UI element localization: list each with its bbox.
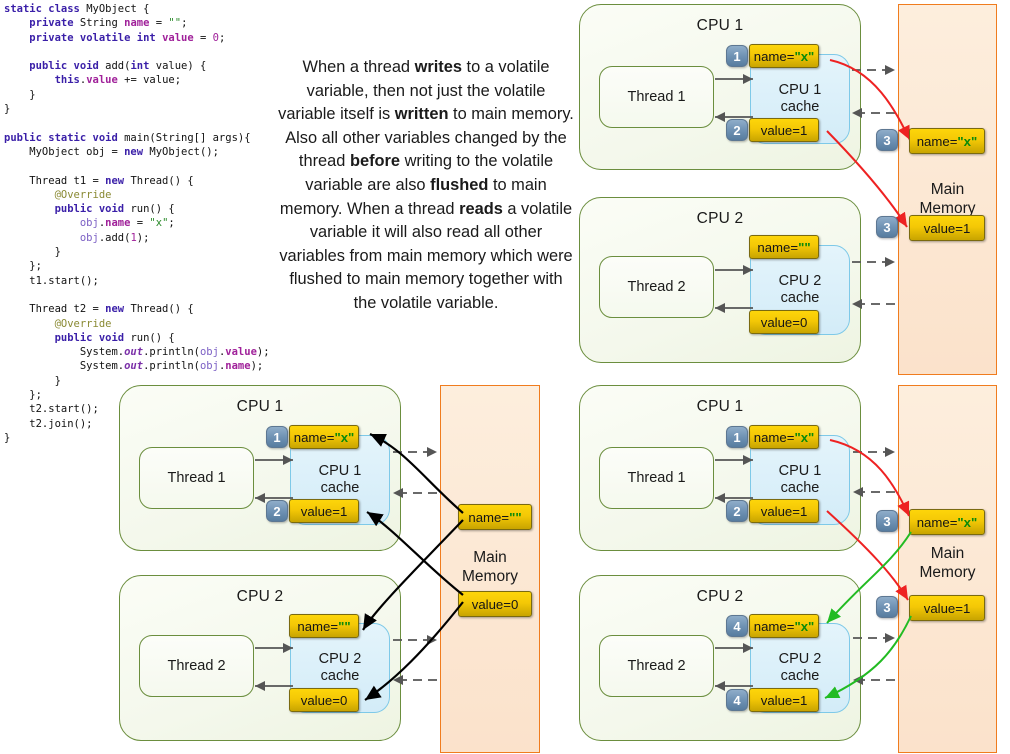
cpu1-cache-line2: cache: [780, 99, 820, 115]
code-line: }: [4, 246, 61, 259]
emphasis-word: written: [394, 105, 449, 124]
code-line: System.out.println(obj.value);: [4, 346, 270, 359]
cpu2-thread-box: Thread 2: [599, 256, 714, 318]
badge-1-cpu1-name: 1: [726, 426, 748, 448]
code-line: }: [4, 88, 36, 101]
code-line: static class MyObject {: [4, 3, 150, 15]
badge-1-cpu1-name: 1: [726, 45, 748, 67]
cpu1-thread-box: Thread 1: [139, 447, 254, 509]
cpu2-chip-value: value=0: [289, 688, 359, 712]
badge-3-mem-value: 3: [876, 216, 898, 238]
panel-volatile-read-refresh: Main Memory CPU 1 Thread 1 CPU 1 cache C…: [575, 380, 1010, 754]
code-line: System.out.println(obj.name);: [4, 360, 264, 373]
cpu2-chip-name: name= "": [289, 614, 359, 638]
memory-chip-name: name= "x": [909, 128, 985, 154]
code-line: t1.start();: [4, 274, 99, 287]
cpu2-chip-name: name= "": [749, 235, 819, 259]
cpu1-chip-value: value=1: [749, 499, 819, 523]
cpu1-chip-name: name= "x": [289, 425, 359, 449]
memory-chip-name: name= "x": [909, 509, 985, 535]
panel-volatile-write-flush: Main Memory CPU 1 Thread 1 CPU 1 cache 1…: [575, 0, 1010, 378]
emphasis-word: reads: [459, 199, 503, 218]
cpu1-chip-value: value=1: [749, 118, 819, 142]
memory-label-line1: Main: [930, 181, 965, 198]
memory-label-line1: Main: [930, 545, 965, 562]
code-line: public static void main(String[] args){: [4, 131, 251, 144]
code-line: };: [4, 260, 42, 273]
code-line: Thread t2 = new Thread() {: [4, 303, 194, 316]
code-line: this.value += value;: [54, 74, 182, 87]
cpu1-title: CPU 1: [696, 17, 744, 34]
code-line: public void run() {: [54, 331, 175, 344]
code-line: @Override: [54, 317, 112, 330]
badge-3-mem-name: 3: [876, 510, 898, 532]
badge-3-mem-name: 3: [876, 129, 898, 151]
cpu2-thread-box: Thread 2: [139, 635, 254, 697]
emphasis-word: writes: [414, 58, 462, 76]
cpu1-thread-box: Thread 1: [599, 447, 714, 509]
main-memory-label: Main Memory: [440, 548, 540, 586]
memory-label-line2: Memory: [462, 568, 518, 585]
code-line: MyObject obj = new MyObject();: [4, 145, 219, 158]
badge-4-cpu2-value: 4: [726, 689, 748, 711]
cpu1-chip-name: name= "x": [749, 425, 819, 449]
badge-2-cpu1-value: 2: [266, 500, 288, 522]
cpu2-title: CPU 2: [696, 210, 744, 227]
memory-label-line1: Main: [473, 549, 507, 566]
code-line: }: [4, 103, 11, 116]
badge-2-cpu1-value: 2: [726, 500, 748, 522]
memory-label-line2: Memory: [919, 564, 976, 581]
main-memory-label: Main Memory: [898, 544, 997, 582]
memory-chip-value: value=1: [909, 215, 985, 241]
memory-chip-value: value=0: [458, 591, 532, 617]
explanation-text: When a thread: [302, 58, 415, 76]
code-line: @Override: [54, 188, 112, 201]
code-line: private String name = "";: [29, 17, 188, 30]
java-source-code: static class MyObject { private String n…: [4, 2, 304, 444]
cpu2-chip-value: value=0: [749, 310, 819, 334]
cpu1-cache-line1: CPU 1: [778, 82, 822, 98]
cpu2-thread-box: Thread 2: [599, 635, 714, 697]
code-line: public void add(int value) {: [29, 60, 207, 73]
badge-2-cpu1-value: 2: [726, 119, 748, 141]
code-line: obj.add(1);: [79, 231, 150, 244]
code-line: Thread t1 = new Thread() {: [4, 174, 194, 187]
cpu2-cache-line1: CPU 2: [778, 273, 822, 289]
main-memory-label: Main Memory: [898, 180, 997, 218]
cpu1-title: CPU 1: [696, 398, 744, 415]
cpu1-title: CPU 1: [236, 398, 284, 415]
cpu1-chip-name: name= "x": [749, 44, 819, 68]
emphasis-word: flushed: [430, 175, 489, 194]
code-line: obj.name = "x";: [79, 217, 175, 230]
badge-4-cpu2-name: 4: [726, 615, 748, 637]
cpu1-thread-box: Thread 1: [599, 66, 714, 128]
cpu2-title: CPU 2: [696, 588, 744, 605]
emphasis-word: before: [349, 152, 401, 171]
cpu2-chip-value: value=1: [749, 688, 819, 712]
cpu2-chip-name: name= "x": [749, 614, 819, 638]
badge-1-cpu1-name: 1: [266, 426, 288, 448]
memory-chip-value: value=1: [909, 595, 985, 621]
cpu2-cache-line2: cache: [780, 290, 820, 306]
explanation-paragraph: When a thread writes to a volatile varia…: [278, 56, 574, 316]
badge-3-mem-value: 3: [876, 596, 898, 618]
code-line: private volatile int value = 0;: [29, 31, 226, 44]
memory-chip-name: name= "": [458, 504, 532, 530]
code-line: public void run() {: [54, 203, 175, 216]
cpu2-title: CPU 2: [236, 588, 284, 605]
cpu1-chip-value: value=1: [289, 499, 359, 523]
panel-non-volatile-stale-read: Main Memory CPU 1 Thread 1 CPU 1 cache C…: [115, 380, 555, 754]
